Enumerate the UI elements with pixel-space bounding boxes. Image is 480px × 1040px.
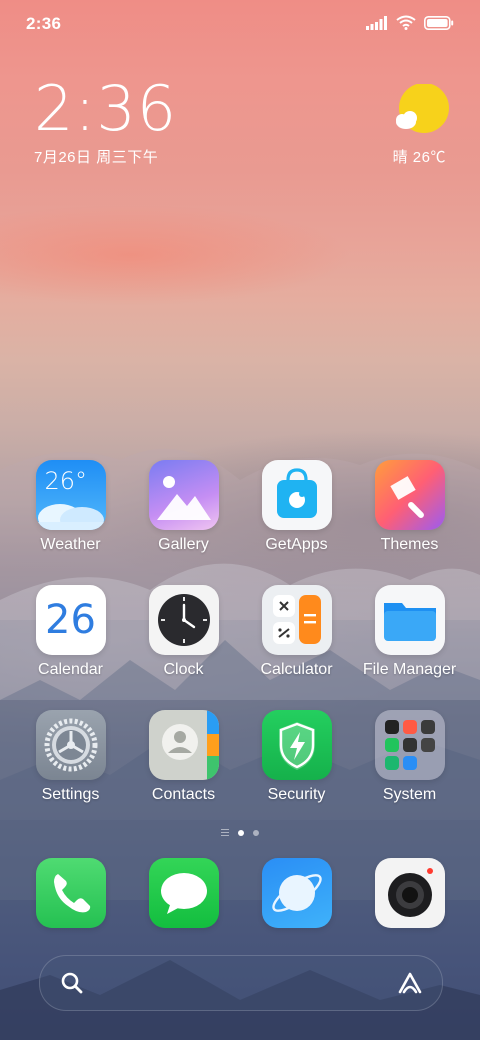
app-label: Weather (40, 536, 101, 553)
app-file-manager[interactable]: File Manager (353, 585, 466, 710)
app-calendar[interactable]: 26 Calendar (14, 585, 127, 710)
app-label: Gallery (158, 536, 209, 553)
app-row: 26° Weather Gallery GetApps Themes (14, 460, 466, 585)
clock-widget[interactable]: 2:36 7月26日 周三下午 (34, 76, 177, 167)
search-bar[interactable] (39, 955, 443, 1011)
app-clock[interactable]: Clock (127, 585, 240, 710)
calendar-icon-day: 26 (45, 597, 96, 643)
wifi-icon (396, 15, 416, 35)
dock-phone[interactable] (14, 858, 127, 933)
getapps-icon (261, 460, 332, 530)
search-icon (60, 971, 84, 1000)
weather-icon-temp: 26° (44, 467, 88, 495)
page-dot (253, 829, 259, 836)
page-dot-active (238, 829, 244, 836)
camera-icon (374, 858, 445, 928)
app-grid: 26° Weather Gallery GetApps Themes 26 Ca… (14, 460, 466, 835)
status-time: 2:36 (26, 14, 62, 33)
app-drawer-lines-icon (221, 829, 229, 836)
app-label: Clock (163, 661, 204, 678)
folder-icon (374, 585, 445, 655)
app-label: Calendar (38, 661, 103, 678)
gallery-icon (148, 460, 219, 530)
signal-icon (366, 15, 388, 35)
sunny-icon (394, 83, 449, 136)
phone-icon (35, 858, 106, 928)
app-row: Settings Contacts Security System (14, 710, 466, 835)
app-contacts[interactable]: Contacts (127, 710, 240, 835)
app-label: Calculator (260, 661, 333, 678)
weather-summary: 晴 26℃ (392, 149, 446, 166)
clock-icon (148, 585, 219, 655)
app-calculator[interactable]: Calculator (240, 585, 353, 710)
messages-icon (148, 858, 219, 928)
app-label: Themes (380, 536, 439, 553)
app-settings[interactable]: Settings (14, 710, 127, 835)
app-themes[interactable]: Themes (353, 460, 466, 585)
contacts-icon (148, 710, 219, 780)
app-weather[interactable]: 26° Weather (14, 460, 127, 585)
widget-date: 7月26日 周三下午 (34, 149, 159, 166)
dock-browser[interactable] (240, 858, 353, 933)
app-label: System (382, 786, 437, 803)
battery-icon (424, 15, 454, 35)
dock-messages[interactable] (127, 858, 240, 933)
widget-time: 2:36 (34, 72, 178, 145)
gear-icon (35, 710, 106, 780)
calculator-icon (261, 585, 332, 655)
app-getapps[interactable]: GetApps (240, 460, 353, 585)
app-label: Security (267, 786, 326, 803)
app-gallery[interactable]: Gallery (127, 460, 240, 585)
weather-icon: 26° (35, 460, 106, 530)
folder-grid-icon (374, 710, 445, 780)
calendar-icon: 26 (35, 585, 106, 655)
assistant-icon[interactable] (396, 970, 424, 1001)
page-indicator[interactable] (0, 829, 480, 836)
dock-camera[interactable] (353, 858, 466, 933)
themes-icon (374, 460, 445, 530)
app-row: 26 Calendar Clock Calculator File Manage… (14, 585, 466, 710)
app-security[interactable]: Security (240, 710, 353, 835)
browser-icon (261, 858, 332, 928)
status-bar: 2:36 (0, 0, 480, 50)
weather-widget[interactable]: 晴 26℃ (356, 83, 449, 167)
dock (14, 858, 466, 933)
app-label: GetApps (265, 536, 328, 553)
app-label: Settings (41, 786, 100, 803)
app-system-folder[interactable]: System (353, 710, 466, 835)
app-label: File Manager (362, 661, 457, 678)
app-label: Contacts (151, 786, 216, 803)
shield-icon (261, 710, 332, 780)
